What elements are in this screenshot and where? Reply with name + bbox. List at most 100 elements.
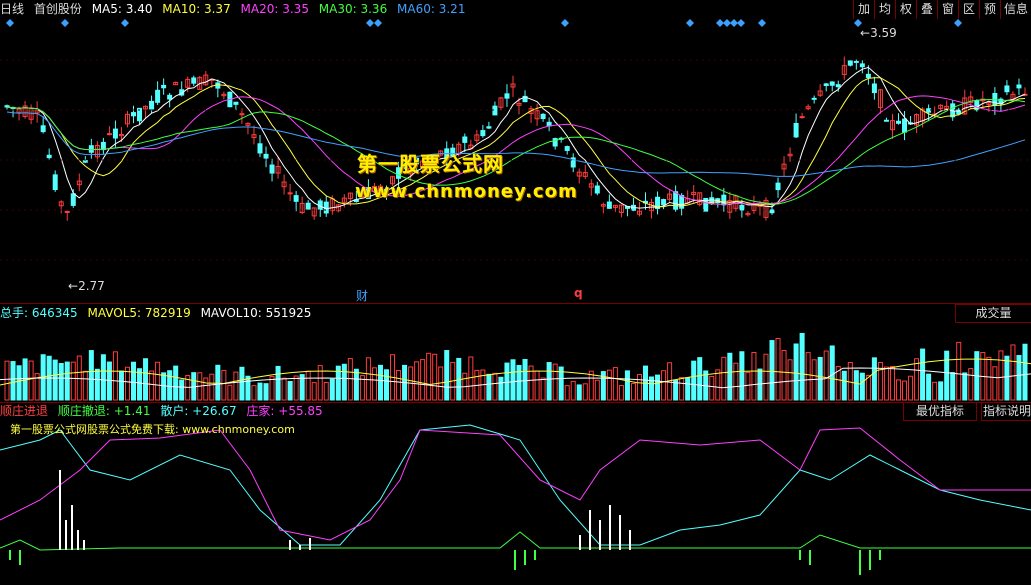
volume-bar: [570, 380, 576, 401]
volume-bar: [100, 354, 106, 401]
candle-body: [161, 84, 167, 89]
candle-body: [504, 93, 510, 99]
q-event-marker[interactable]: q: [574, 286, 583, 300]
candle-body: [564, 146, 570, 151]
volume-bar: [986, 356, 992, 401]
volume-bar: [70, 361, 76, 401]
volume-bar: [377, 364, 383, 401]
high-price-value: 3.59: [870, 26, 897, 40]
volume-bar: [697, 357, 703, 401]
candle-body: [1004, 85, 1010, 93]
volume-bar: [420, 359, 426, 401]
dealer-line: [0, 427, 1031, 541]
volume-bar: [938, 381, 944, 401]
volume-bar: [492, 372, 498, 401]
volume-bar: [944, 350, 950, 401]
watermark-title: 第一股票公式网: [357, 152, 504, 176]
candle-body: [486, 126, 492, 129]
kline-chart[interactable]: [0, 0, 1031, 585]
candle-body: [673, 191, 679, 210]
volume-bar: [432, 353, 438, 401]
volume-bar: [245, 375, 251, 401]
volume-bar: [498, 376, 504, 401]
signal-diamond-icon: [954, 19, 962, 27]
volume-bar: [173, 365, 179, 401]
volume-bar: [293, 375, 299, 401]
volume-bar: [594, 379, 600, 401]
volume-bar: [167, 370, 173, 401]
volume-bar: [691, 360, 697, 401]
retail-line: [0, 424, 1031, 546]
volume-bar: [914, 358, 920, 401]
candle-body: [70, 193, 76, 206]
candle-body: [52, 174, 58, 191]
retail-value: 散户: +26.67: [160, 404, 237, 418]
candle-body: [131, 112, 137, 117]
volume-bar: [823, 350, 829, 401]
candle-body: [594, 185, 600, 194]
volume-bar: [745, 371, 751, 401]
candle-body: [462, 136, 468, 143]
candle-body: [293, 195, 299, 202]
volume-bar: [908, 375, 914, 401]
indicator-explain-tab[interactable]: 指标说明: [981, 402, 1031, 421]
indicator-name: 顺庄进退: [0, 404, 49, 418]
candle-body: [233, 101, 239, 105]
volume-bar: [347, 358, 353, 401]
volume-bar: [630, 383, 636, 401]
volume-bar: [209, 373, 215, 401]
signal-diamond-icon: [730, 19, 738, 27]
signal-diamond-icon: [686, 19, 694, 27]
signal-diamond-icon: [561, 19, 569, 27]
volume-bar: [829, 345, 835, 401]
volume-bar: [155, 361, 161, 401]
volume-bar: [76, 355, 82, 401]
best-indicator-tab[interactable]: 最优指标: [903, 402, 977, 421]
volume-bar: [805, 352, 811, 401]
finance-event-marker[interactable]: 财: [356, 287, 368, 304]
candle-body: [100, 141, 106, 151]
signal-diamond-icon: [121, 19, 129, 27]
candle-body: [859, 63, 865, 68]
candle-body: [775, 182, 781, 191]
volume-bar: [956, 341, 962, 401]
volume-bar: [239, 366, 245, 401]
volume-bar: [926, 373, 932, 401]
candle-body: [540, 113, 546, 120]
volume-bar: [257, 382, 263, 401]
low-price-label: ←2.77: [68, 279, 105, 293]
volume-bar: [510, 359, 516, 401]
volume-bar: [323, 381, 329, 401]
volume-bar: [233, 371, 239, 401]
volume-bar: [426, 352, 432, 401]
mavol10-value: MAVOL10: 551925: [200, 306, 312, 320]
candle-body: [106, 133, 112, 136]
volume-bar: [522, 359, 528, 401]
volume-bar: [655, 374, 661, 401]
volume-bar: [920, 348, 926, 401]
candle-body: [82, 160, 88, 163]
volume-bar: [992, 366, 998, 401]
watermark-url: www.chnmoney.com: [355, 181, 578, 202]
volume-bar: [58, 362, 64, 401]
volume-bar: [468, 356, 474, 401]
candle-body: [155, 89, 161, 103]
volume-bar: [709, 375, 715, 401]
volume-bar: [275, 365, 281, 401]
volume-bar: [546, 362, 552, 401]
volume-bar: [763, 353, 769, 401]
candle-body: [64, 210, 70, 213]
candle-body: [871, 83, 877, 94]
volume-bar: [636, 373, 642, 401]
volume-bar: [414, 361, 420, 401]
volume-bar: [112, 351, 118, 401]
candle-body: [883, 119, 889, 122]
candle-body: [480, 130, 486, 137]
volume-tab[interactable]: 成交量: [955, 304, 1031, 323]
low-price-value: 2.77: [78, 279, 105, 293]
candle-body: [793, 122, 799, 138]
volume-bar: [88, 350, 94, 401]
retreat-value: 顺庄撤退: +1.41: [57, 404, 151, 418]
candle-body: [269, 164, 275, 174]
candle-body: [865, 73, 871, 78]
